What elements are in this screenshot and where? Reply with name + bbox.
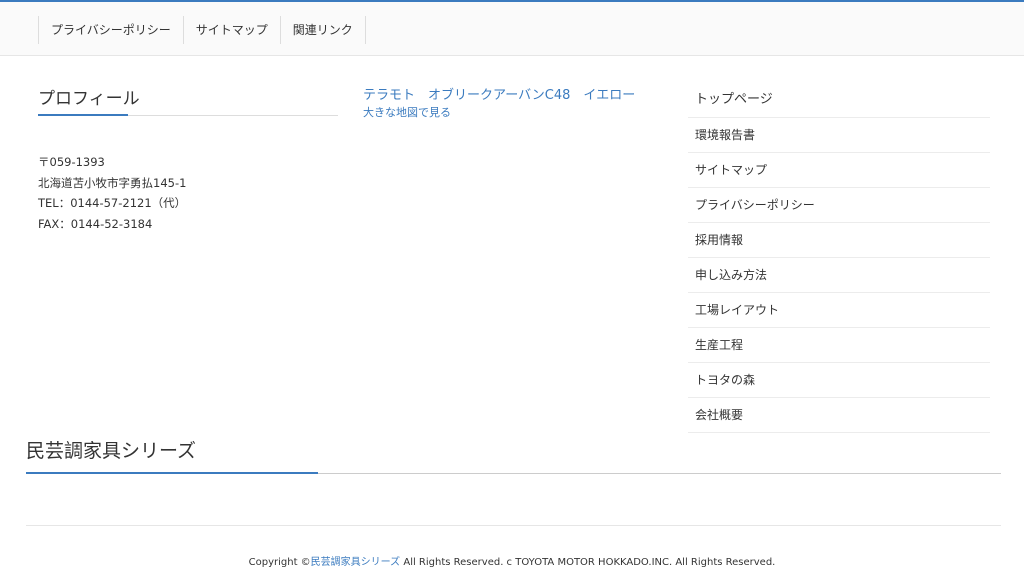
address-tel: TEL：0144-57-2121（代） [38,196,187,210]
side-menu-item-factory-layout[interactable]: 工場レイアウト [688,293,990,328]
side-menu-item-company-profile[interactable]: 会社概要 [688,398,990,433]
series-divider-accent [26,472,318,474]
copyright-prefix: Copyright © [248,557,311,568]
profile-divider-accent [38,114,128,116]
side-menu-item-environment-report[interactable]: 環境報告書 [688,118,990,153]
company-address: 〒059-1393 北海道苫小牧市字勇払145-1 TEL：0144-57-21… [38,152,186,234]
footer-divider [26,525,1001,526]
address-street: 北海道苫小牧市字勇払145-1 [38,175,187,190]
top-nav-related-links-link[interactable]: 関連リンク [279,16,366,44]
view-larger-map-link[interactable]: 大きな地図で見る [363,104,451,120]
copyright-suffix: All Rights Reserved. c TOYOTA MOTOR HOKK… [400,557,776,568]
side-menu-item-application[interactable]: 申し込み方法 [688,258,990,293]
side-menu: トップページ 環境報告書 サイトマップ プライバシーポリシー 採用情報 申し込み… [688,82,990,433]
series-heading: 民芸調家具シリーズ [26,440,197,462]
top-nav-privacy-link[interactable]: プライバシーポリシー [38,16,183,44]
side-menu-item-privacy-policy[interactable]: プライバシーポリシー [688,188,990,223]
address-fax: FAX：0144-52-3184 [38,216,153,231]
copyright-footer: Copyright ©民芸調家具シリーズ All Rights Reserved… [0,553,1024,568]
header-bar: プライバシーポリシー サイトマップ 関連リンク [0,0,1024,56]
side-menu-item-toyota-forest[interactable]: トヨタの森 [688,363,990,398]
top-nav: プライバシーポリシー サイトマップ 関連リンク [38,16,366,44]
copyright-site-link[interactable]: 民芸調家具シリーズ [311,557,401,568]
map-place-title-link[interactable]: テラモト オブリークアーバンC48 イエロー [363,84,635,103]
side-menu-item-production-process[interactable]: 生産工程 [688,328,990,363]
profile-heading: プロフィール [38,89,140,109]
side-menu-item-sitemap[interactable]: サイトマップ [688,153,990,188]
top-nav-sitemap-link[interactable]: サイトマップ [182,16,280,44]
side-menu-item-recruitment[interactable]: 採用情報 [688,223,990,258]
side-menu-item-top-page[interactable]: トップページ [688,82,990,118]
address-postal-code: 〒059-1393 [38,155,105,169]
